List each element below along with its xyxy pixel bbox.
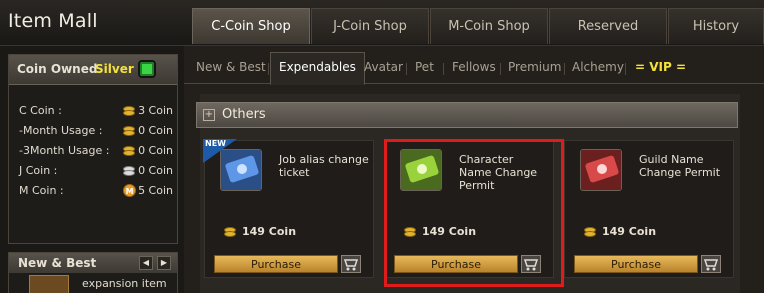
item-price: 149 Coin bbox=[223, 225, 296, 238]
subtab-avatar[interactable]: Avatar bbox=[364, 60, 403, 74]
tab-c-coin-shop[interactable]: C-Coin Shop bbox=[192, 8, 310, 44]
coin-row-label: J Coin : bbox=[19, 164, 58, 177]
price-text: 149 Coin bbox=[242, 225, 297, 238]
purchase-button[interactable]: Purchase bbox=[574, 255, 698, 273]
subtab-pet[interactable]: Pet bbox=[415, 60, 434, 74]
item-card-job-alias[interactable]: NEW Job alias change ticket 149 Coin Pur… bbox=[203, 139, 374, 278]
coin-row-value: 0 Coin bbox=[122, 124, 173, 137]
coin-row-label: M Coin : bbox=[19, 184, 64, 197]
coin-row-label: -3Month Usage : bbox=[19, 144, 110, 157]
coin-row-j-coin: J Coin : 0 Coin bbox=[9, 160, 179, 180]
coin-row-value: 0 Coin bbox=[122, 164, 173, 177]
item-name: Guild Name Change Permit bbox=[639, 153, 721, 179]
new-best-item-text[interactable]: expansion item bbox=[82, 277, 167, 290]
coin-amount: 0 Coin bbox=[138, 144, 173, 157]
m-coin-icon: M bbox=[123, 184, 137, 197]
coin-row-month-usage: -Month Usage : 0 Coin bbox=[9, 120, 179, 140]
new-best-title: New & Best bbox=[18, 256, 97, 270]
coin-amount: 0 Coin bbox=[138, 164, 173, 177]
tab-m-coin-shop[interactable]: M-Coin Shop bbox=[430, 8, 548, 44]
item-name: Job alias change ticket bbox=[279, 153, 369, 179]
cart-icon[interactable] bbox=[341, 255, 361, 273]
divider bbox=[625, 63, 626, 75]
subtab-alchemy[interactable]: Alchemy bbox=[572, 60, 624, 74]
subtab-fellows[interactable]: Fellows bbox=[452, 60, 496, 74]
gold-coin-stack-icon bbox=[583, 225, 597, 238]
divider bbox=[443, 63, 444, 75]
coin-row-value: 0 Coin bbox=[122, 144, 173, 157]
header-bar: Item Mall C-Coin Shop J-Coin Shop M-Coin… bbox=[0, 0, 764, 46]
silver-coin-stack-icon bbox=[122, 164, 136, 177]
section-header-others[interactable]: + Others bbox=[196, 102, 738, 128]
item-price: 149 Coin bbox=[583, 225, 656, 238]
tab-reserved[interactable]: Reserved bbox=[549, 8, 667, 44]
coin-amount: 0 Coin bbox=[138, 124, 173, 137]
coin-row-m-coin: M Coin : M5 Coin bbox=[9, 180, 179, 200]
coin-row-label: -Month Usage : bbox=[19, 124, 103, 137]
new-badge-label: NEW bbox=[205, 139, 226, 148]
purchase-button[interactable]: Purchase bbox=[214, 255, 338, 273]
coin-row-value: 3 Coin bbox=[122, 104, 173, 117]
coin-owned-title: Coin Owned bbox=[17, 62, 98, 76]
cart-icon[interactable] bbox=[701, 255, 721, 273]
divider bbox=[564, 63, 565, 75]
coin-row-label: C Coin : bbox=[19, 104, 62, 117]
coin-owned-panel: Coin Owned Silver C Coin : 3 Coin -Month… bbox=[8, 54, 178, 244]
app-title: Item Mall bbox=[8, 10, 98, 32]
item-thumbnail[interactable] bbox=[29, 275, 69, 293]
ticket-icon bbox=[580, 149, 622, 191]
category-tabs: New & Best Expendables Avatar Pet Fellow… bbox=[184, 52, 764, 85]
new-best-panel: New & Best ◀ ▶ expansion item bbox=[8, 252, 178, 293]
subtab-new-best[interactable]: New & Best bbox=[196, 60, 266, 74]
coin-row-3month-usage: -3Month Usage : 0 Coin bbox=[9, 140, 179, 160]
tab-j-coin-shop[interactable]: J-Coin Shop bbox=[311, 8, 429, 44]
tab-history[interactable]: History bbox=[668, 8, 764, 44]
new-badge: NEW bbox=[203, 139, 237, 163]
item-card-guild-name[interactable]: Guild Name Change Permit 149 Coin Purcha… bbox=[564, 140, 734, 278]
coin-amount: 3 Coin bbox=[138, 104, 173, 117]
gold-coin-stack-icon bbox=[122, 104, 136, 117]
divider bbox=[268, 63, 269, 75]
chevron-left-icon[interactable]: ◀ bbox=[139, 256, 153, 270]
chevron-right-icon[interactable]: ▶ bbox=[157, 256, 171, 270]
membership-tier: Silver bbox=[95, 62, 134, 76]
subtab-expendables[interactable]: Expendables bbox=[270, 52, 365, 85]
coin-amount: 5 Coin bbox=[138, 184, 173, 197]
section-title: Others bbox=[222, 107, 266, 122]
coin-owned-header: Coin Owned Silver bbox=[9, 55, 177, 85]
subtab-vip[interactable]: = VIP = bbox=[635, 60, 686, 74]
coin-row-value: M5 Coin bbox=[123, 184, 173, 197]
gold-coin-stack-icon bbox=[223, 225, 237, 238]
coin-row-c-coin: C Coin : 3 Coin bbox=[9, 100, 179, 120]
price-text: 149 Coin bbox=[602, 225, 657, 238]
highlight-box bbox=[384, 139, 564, 287]
gold-coin-stack-icon bbox=[122, 144, 136, 157]
new-best-header: New & Best ◀ ▶ bbox=[9, 253, 177, 273]
left-panel: Coin Owned Silver C Coin : 3 Coin -Month… bbox=[0, 46, 184, 293]
subtab-premium[interactable]: Premium bbox=[508, 60, 561, 74]
divider bbox=[406, 63, 407, 75]
divider bbox=[500, 63, 501, 75]
gold-coin-stack-icon bbox=[122, 124, 136, 137]
expand-icon[interactable]: + bbox=[203, 109, 215, 121]
tier-badge-icon bbox=[138, 60, 156, 78]
